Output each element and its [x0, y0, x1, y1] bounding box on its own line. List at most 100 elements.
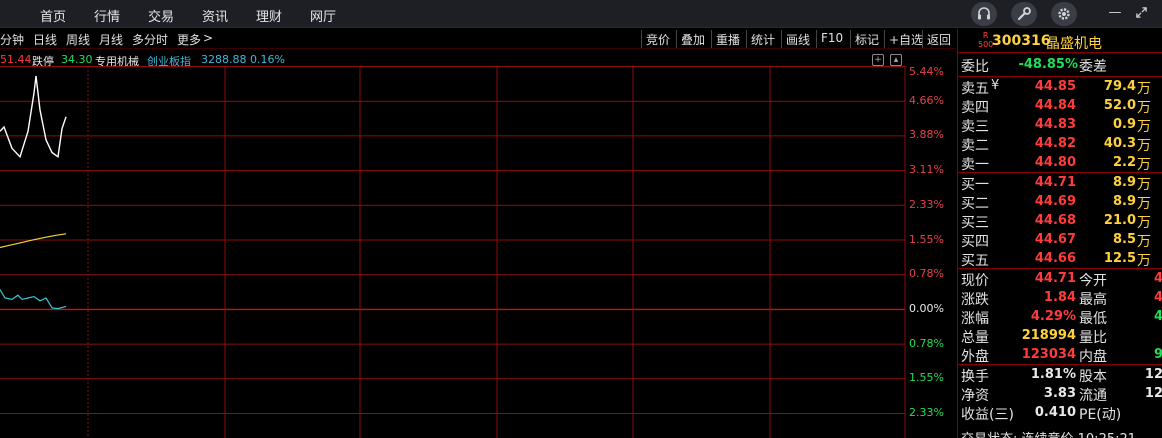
stock-code: 300316: [992, 33, 1051, 49]
more-chevron-icon[interactable]: >: [203, 31, 213, 45]
percent-tick: 0.78%: [909, 267, 944, 281]
percent-tick: 5.44%: [909, 65, 944, 78]
percent-tick: 1.55%: [909, 232, 944, 246]
menu-news[interactable]: 资讯: [202, 6, 228, 25]
stat-label: 涨幅: [961, 311, 989, 327]
quote-panel: R 500 300316 晶盛机电 委比 -48.85% 委差 卖五 ¥44.85 7…: [957, 29, 1162, 438]
average-line: [0, 233, 67, 249]
stat-label: 流通: [1079, 388, 1107, 404]
r-tag: R 500: [978, 31, 994, 49]
bid-volume: 8.5: [1112, 232, 1136, 247]
period-monthly[interactable]: 月线: [99, 31, 123, 48]
menu-trade[interactable]: 交易: [148, 6, 174, 25]
restore-icon[interactable]: [1133, 3, 1149, 21]
bid-price: 44.67: [1034, 232, 1076, 247]
tool-back[interactable]: 返回: [922, 30, 955, 48]
stat-value: 4: [1153, 309, 1162, 324]
tool-add-watchlist[interactable]: +自选: [884, 30, 927, 48]
limit-up-price: 51.44: [0, 53, 32, 66]
ask-row[interactable]: 卖四 44.84 52.0 万: [958, 96, 1162, 116]
percent-tick: 1.55%: [909, 371, 944, 385]
stat-row[interactable]: 现价 44.71 今开 4: [958, 269, 1162, 289]
tool-auction[interactable]: 竞价: [641, 30, 674, 48]
stat-label: 外盘: [961, 349, 989, 365]
bid-unit: 万: [1137, 196, 1151, 212]
stat-row[interactable]: 外盘 123034 内盘 9: [958, 345, 1162, 365]
stat-label: PE(动): [1079, 407, 1122, 423]
ask-volume: 79.4: [1103, 79, 1136, 94]
up-box-icon[interactable]: ▴: [890, 54, 902, 66]
ask-row[interactable]: 卖三 44.83 0.9 万: [958, 115, 1162, 135]
menu-quotes[interactable]: 行情: [94, 6, 120, 25]
percent-tick: 2.33%: [909, 197, 944, 211]
tool-mark[interactable]: 标记: [850, 30, 883, 48]
menu-home[interactable]: 首页: [40, 6, 66, 25]
stat-label: 量比: [1079, 330, 1107, 346]
tool-replay[interactable]: 重播: [711, 30, 744, 48]
bid-row[interactable]: 买一 44.71 8.9 万: [958, 173, 1162, 193]
stat-label: 现价: [961, 273, 989, 289]
bid-row[interactable]: 买三 44.68 21.0 万: [958, 211, 1162, 231]
menu-finance[interactable]: 理财: [256, 6, 282, 25]
stat-value: 3.83: [1043, 386, 1076, 401]
period-minute[interactable]: 分钟: [0, 31, 24, 48]
stat2-row[interactable]: 收益(三) 0.410 PE(动): [958, 403, 1162, 423]
stat2-row[interactable]: 换手 1.81% 股本 12: [958, 365, 1162, 385]
stat-label: 最低: [1079, 311, 1107, 327]
tool-overlay[interactable]: 叠加: [676, 30, 709, 48]
period-daily[interactable]: 日线: [33, 31, 57, 48]
tool-draw-line[interactable]: 画线: [781, 30, 814, 48]
bid-row[interactable]: 买四 44.67 8.5 万: [958, 230, 1162, 250]
bid-price: 44.69: [1034, 194, 1076, 209]
stat-value: 1.81%: [1030, 367, 1076, 382]
stat-label: 股本: [1079, 369, 1107, 385]
stock-title-row: R 500 300316 晶盛机电: [958, 29, 1162, 53]
menu-online-hall[interactable]: 网厅: [310, 6, 336, 25]
ask-label: 卖一: [961, 157, 989, 173]
bid-row[interactable]: 买五 44.66 12.5 万: [958, 249, 1162, 269]
bid-price: 44.71: [1034, 175, 1076, 190]
tool-stats[interactable]: 统计: [746, 30, 779, 48]
period-multi-timeshare[interactable]: 多分时: [132, 31, 168, 48]
ask-row[interactable]: 卖五 ¥44.85 79.4 万: [958, 77, 1162, 97]
stat-row[interactable]: 涨跌 1.84 最高 4: [958, 288, 1162, 308]
index-change: 0.16%: [250, 53, 285, 66]
bid-row[interactable]: 买二 44.69 8.9 万: [958, 192, 1162, 212]
gear-icon[interactable]: [1051, 2, 1077, 26]
bid-unit: 万: [1137, 253, 1151, 269]
chart-toolbar: 分钟 日线 周线 月线 多分时 更多 > 竞价 叠加 重播 统计 画线 F10 …: [0, 29, 956, 49]
minimize-icon[interactable]: —: [1107, 3, 1123, 21]
ask-unit: 万: [1137, 119, 1151, 135]
stat-row[interactable]: 涨幅 4.29% 最低 4: [958, 307, 1162, 327]
ask-price: 44.85: [1034, 79, 1076, 94]
ask-price: 44.83: [1034, 117, 1076, 132]
bid-label: 买一: [961, 177, 989, 193]
stat-value: 4.29%: [1030, 309, 1076, 324]
stat2-row[interactable]: 净资 3.83 流通 12: [958, 384, 1162, 404]
intraday-chart[interactable]: 5.44% 4.66% 3.88% 3.11% 2.33% 1.55% 0.78% 0.00%…: [0, 65, 956, 438]
period-weekly[interactable]: 周线: [66, 31, 90, 48]
plus-box-icon[interactable]: +: [872, 54, 884, 66]
percent-tick: 3.88%: [909, 128, 944, 142]
stat-value: 12: [1144, 367, 1162, 382]
headset-icon[interactable]: [971, 2, 997, 26]
ask-unit: 万: [1137, 81, 1151, 97]
period-more[interactable]: 更多: [177, 31, 201, 48]
index-line: [0, 289, 67, 310]
stat-label: 内盘: [1079, 349, 1107, 365]
stat-value: 218994: [1021, 328, 1076, 343]
bid-unit: 万: [1137, 234, 1151, 250]
ask-row[interactable]: 卖一 44.80 2.2 万: [958, 153, 1162, 173]
bid-label: 买三: [961, 215, 989, 231]
tool-f10[interactable]: F10: [816, 30, 847, 48]
trade-status: 交易状态: 连续竞价 10:25:21: [961, 428, 1136, 438]
bid-volume: 8.9: [1112, 175, 1136, 190]
ask-row[interactable]: 卖二 44.82 40.3 万: [958, 134, 1162, 154]
bid-price: 44.66: [1034, 251, 1076, 266]
yuan-icon: ¥: [991, 78, 1000, 93]
stat-label: 涨跌: [961, 292, 989, 308]
wrench-icon[interactable]: [1011, 2, 1037, 26]
stat-row[interactable]: 总量 218994 量比: [958, 326, 1162, 346]
stat-value: 9: [1153, 347, 1162, 362]
chart-canvas: [0, 66, 906, 438]
